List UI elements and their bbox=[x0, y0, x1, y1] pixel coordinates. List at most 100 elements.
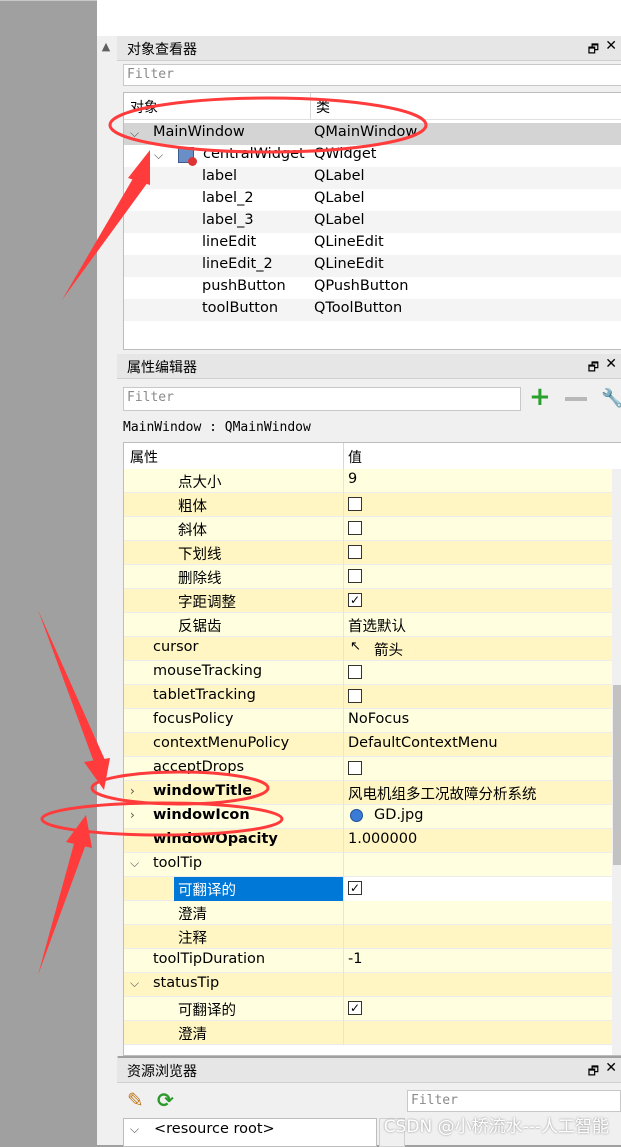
property-name: 斜体 bbox=[178, 523, 207, 539]
checkbox-checked[interactable]: ✓ bbox=[348, 593, 362, 607]
widget-icon bbox=[178, 147, 197, 166]
property-value[interactable]: 箭头 bbox=[374, 639, 403, 660]
float-icon[interactable]: 🗗 bbox=[588, 40, 599, 61]
checkbox-checked[interactable]: ✓ bbox=[348, 1001, 362, 1015]
tree-row[interactable]: lineEdit_2 QLineEdit bbox=[124, 255, 621, 277]
property-row[interactable]: 澄清 bbox=[124, 901, 614, 925]
property-name: focusPolicy bbox=[153, 711, 234, 727]
property-row[interactable]: 字距调整 ✓ bbox=[124, 589, 614, 613]
cell-divider bbox=[343, 637, 344, 661]
object-inspector-titlebar: 对象查看器 🗗 ✕ bbox=[117, 36, 621, 61]
property-row[interactable]: focusPolicy NoFocus bbox=[124, 709, 614, 733]
property-row[interactable]: ⌵ toolTip bbox=[124, 853, 614, 877]
cell-divider bbox=[343, 541, 344, 565]
property-value[interactable]: 首选默认 bbox=[348, 615, 406, 636]
property-row[interactable]: ⌵ statusTip bbox=[124, 973, 614, 997]
property-scrollbar[interactable] bbox=[612, 469, 621, 1055]
cell-divider bbox=[343, 901, 344, 925]
cell-divider bbox=[343, 805, 344, 829]
remove-property-icon[interactable] bbox=[565, 397, 587, 401]
property-row[interactable]: 注释 bbox=[124, 925, 614, 949]
checkbox[interactable] bbox=[348, 497, 362, 511]
object-tree[interactable]: 对象 类 ⌵ MainWindow QMainWindow ⌵ centralW… bbox=[123, 92, 621, 350]
chevron-down-icon[interactable]: ⌵ bbox=[154, 148, 163, 163]
property-filter-input[interactable]: Filter bbox=[123, 387, 521, 411]
checkbox[interactable] bbox=[348, 545, 362, 559]
float-icon[interactable]: 🗗 bbox=[588, 358, 599, 379]
property-value[interactable]: 9 bbox=[348, 471, 357, 487]
property-row[interactable]: 点大小 9 bbox=[124, 469, 614, 493]
close-icon[interactable]: ✕ bbox=[605, 38, 617, 54]
resource-filter-input[interactable]: Filter bbox=[407, 1090, 621, 1112]
tree-row-centralwidget[interactable]: ⌵ centralWidget QWidget bbox=[124, 145, 621, 167]
tree-row[interactable]: label QLabel bbox=[124, 167, 621, 189]
property-row[interactable]: toolTipDuration -1 bbox=[124, 949, 614, 973]
cell-divider bbox=[343, 973, 344, 997]
property-name: 澄清 bbox=[178, 907, 207, 923]
chevron-down-icon[interactable]: ⌵ bbox=[130, 976, 139, 991]
tree-row[interactable]: lineEdit QLineEdit bbox=[124, 233, 621, 255]
tree-row[interactable]: label_2 QLabel bbox=[124, 189, 621, 211]
property-row[interactable]: 粗体 bbox=[124, 493, 614, 517]
property-row[interactable]: › windowTitle 风电机组多工况故障分析系统 bbox=[124, 781, 614, 805]
property-row[interactable]: contextMenuPolicy DefaultContextMenu bbox=[124, 733, 614, 757]
checkbox[interactable] bbox=[348, 665, 362, 679]
object-filter-input[interactable]: Filter bbox=[123, 64, 621, 86]
chevron-down-icon[interactable]: ⌵ bbox=[130, 126, 139, 141]
property-value[interactable]: 1.000000 bbox=[348, 831, 417, 847]
property-row[interactable]: 下划线 bbox=[124, 541, 614, 565]
property-row[interactable]: tabletTracking bbox=[124, 685, 614, 709]
property-value[interactable]: NoFocus bbox=[348, 711, 409, 727]
property-row[interactable]: 可翻译的 ✓ bbox=[124, 877, 614, 901]
property-value[interactable]: DefaultContextMenu bbox=[348, 735, 498, 751]
property-row[interactable]: windowOpacity 1.000000 bbox=[124, 829, 614, 853]
configure-icon[interactable]: 🔧 bbox=[601, 388, 621, 409]
close-icon[interactable]: ✕ bbox=[605, 1060, 617, 1076]
resource-tree[interactable]: ⌵ <resource root> bbox=[123, 1118, 377, 1147]
property-row[interactable]: 删除线 bbox=[124, 565, 614, 589]
cell-divider bbox=[343, 517, 344, 541]
checkbox[interactable] bbox=[348, 521, 362, 535]
add-property-icon[interactable]: + bbox=[529, 384, 551, 410]
tree-row[interactable]: label_3 QLabel bbox=[124, 211, 621, 233]
property-name: 粗体 bbox=[178, 499, 207, 515]
edit-pencil-icon[interactable]: ✎ bbox=[127, 1088, 144, 1112]
property-value[interactable]: 风电机组多工况故障分析系统 bbox=[348, 783, 537, 804]
property-row[interactable]: 斜体 bbox=[124, 517, 614, 541]
cell-divider bbox=[343, 829, 344, 853]
property-row[interactable]: 澄清 bbox=[124, 1021, 614, 1045]
property-name: windowIcon bbox=[153, 807, 250, 823]
tree-row[interactable]: pushButton QPushButton bbox=[124, 277, 621, 299]
property-value[interactable]: GD.jpg bbox=[374, 807, 423, 823]
checkbox[interactable] bbox=[348, 689, 362, 703]
col-class: 类 bbox=[316, 100, 330, 116]
float-icon[interactable]: 🗗 bbox=[588, 1062, 599, 1083]
checkbox[interactable] bbox=[348, 761, 362, 775]
property-row[interactable]: 可翻译的 ✓ bbox=[124, 997, 614, 1021]
property-row[interactable]: 反锯齿 首选默认 bbox=[124, 613, 614, 637]
checkbox-checked[interactable]: ✓ bbox=[348, 881, 362, 895]
reload-icon[interactable]: ⟳ bbox=[157, 1088, 174, 1112]
chevron-right-icon[interactable]: › bbox=[130, 784, 135, 798]
property-row[interactable]: › windowIcon GD.jpg bbox=[124, 805, 614, 829]
tree-row-mainwindow[interactable]: ⌵ MainWindow QMainWindow bbox=[124, 123, 621, 145]
property-value[interactable]: -1 bbox=[348, 951, 362, 967]
property-row[interactable]: mouseTracking bbox=[124, 661, 614, 685]
property-row[interactable]: cursor ↖ 箭头 bbox=[124, 637, 614, 661]
property-editor-titlebar: 属性编辑器 🗗 ✕ bbox=[117, 354, 621, 379]
property-table[interactable]: 属性 值 点大小 9 粗体斜体下划线 删除线 字距调整 ✓ 反锯齿 首选默认 cursor ↖ 箭头… bbox=[123, 442, 621, 1056]
property-table-header: 属性 值 bbox=[124, 443, 621, 470]
tree-row[interactable]: toolButton QToolButton bbox=[124, 299, 621, 321]
scroll-up-icon[interactable]: ▲ bbox=[99, 40, 113, 54]
checkbox[interactable] bbox=[348, 569, 362, 583]
chevron-right-icon[interactable]: › bbox=[130, 808, 135, 822]
left-scrollbar[interactable]: ▲ bbox=[97, 36, 118, 1145]
cell-divider bbox=[343, 853, 344, 877]
close-icon[interactable]: ✕ bbox=[605, 356, 617, 372]
cell-divider bbox=[343, 613, 344, 637]
chevron-down-icon[interactable]: ⌵ bbox=[130, 856, 139, 871]
property-row[interactable]: acceptDrops bbox=[124, 757, 614, 781]
resource-root-item[interactable]: <resource root> bbox=[154, 1121, 275, 1137]
chevron-down-icon[interactable]: ⌵ bbox=[130, 1122, 139, 1137]
cell-divider bbox=[343, 469, 344, 493]
